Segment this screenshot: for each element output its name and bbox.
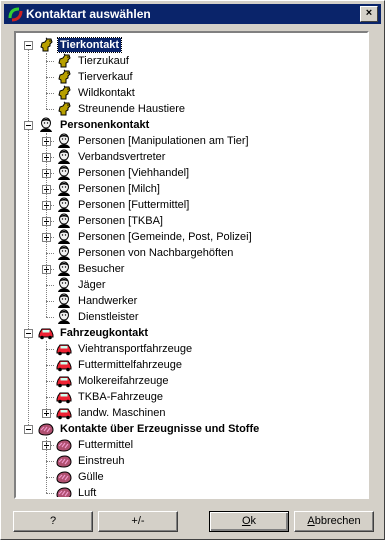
tree-item-label: Viehtransportfahrzeuge [78,343,193,355]
tree-connector [46,285,54,286]
tree-connector [46,381,54,382]
tree-item-label: Futtermittel [78,439,134,451]
tree-connector [46,61,54,62]
app-icon [8,7,23,22]
expand-collapse-button[interactable]: +/- [98,511,178,532]
tree-item-label: Besucher [78,263,125,275]
cancel-button-label: bbrechen [314,515,361,527]
tree-item-label: Personen [Milch] [78,183,160,195]
tree-category-label: Personenkontakt [60,119,150,131]
car-icon [56,373,72,389]
tree-item-label: TKBA-Fahrzeuge [78,391,163,403]
car-icon [56,357,72,373]
tree-connector [46,53,47,109]
material-icon [38,421,54,437]
tree-item-label: Wildkontakt [78,87,135,99]
person-icon [56,133,72,149]
material-icon [56,453,72,469]
expand-toggle[interactable] [24,329,33,338]
animal-icon [56,101,72,117]
tree-item-label: landw. Maschinen [78,407,166,419]
tree-connector [46,397,54,398]
tree-item-label: Verbandsvertreter [78,151,166,163]
contact-type-tree[interactable]: Tierkontakt Tierzukauf Tierverkauf Wildkont… [14,31,369,499]
tree-item-label: Personen [Viehhandel] [78,167,190,179]
expand-toggle[interactable] [24,41,33,50]
material-icon [56,485,72,497]
tree-connector [46,493,54,494]
help-button-label: ? [49,515,57,527]
tree-item-label: Luft [78,487,97,499]
tree-item-label: Einstreuh [78,455,125,467]
animal-icon [56,85,72,101]
tree-item-label: Tierzukauf [78,55,129,67]
tree-connector [46,365,54,366]
person-icon [56,277,72,293]
person-icon [56,229,72,245]
material-icon [56,437,72,453]
tree-connector [46,253,54,254]
window-title: Kontaktart auswählen [26,7,151,21]
tree-connector [46,477,54,478]
person-icon [56,149,72,165]
tree-item-label: Personen [Manipulationen am Tier] [78,135,249,147]
person-icon [56,309,72,325]
tree-connector [46,301,54,302]
tree-category-label: Tierkontakt [56,37,123,53]
person-icon [56,245,72,261]
person-icon [38,117,54,133]
dialog-window: Kontaktart auswählen × Tierkontakt Tierzu… [0,0,385,540]
tree-item-label: Handwerker [78,295,138,307]
person-icon [56,261,72,277]
tree-category-label: Fahrzeugkontakt [60,327,149,339]
material-icon [56,469,72,485]
tree-item-label: Tierverkauf [78,71,133,83]
car-icon [56,405,72,421]
tree-connector [46,109,54,110]
tree-connector [28,45,29,429]
person-icon [56,181,72,197]
expand-toggle[interactable] [24,121,33,130]
cancel-button-mnemonic: A [307,515,315,527]
animal-icon [56,69,72,85]
animal-icon [38,37,54,53]
tree-item-label: Personen von Nachbargehöften [78,247,234,259]
ok-button-label: k [250,515,257,527]
tree-item-label: Streunende Haustiere [78,103,186,115]
ok-button[interactable]: Ok [209,511,289,532]
tree-connector [46,341,47,413]
car-icon [56,341,72,357]
person-icon [56,197,72,213]
tree-connector [46,437,47,493]
tree-category-label: Kontakte über Erzeugnisse und Stoffe [60,423,260,435]
person-icon [56,165,72,181]
tree-item-label: Personen [TKBA] [78,215,163,227]
tree-item-label: Jäger [78,279,106,291]
person-icon [56,213,72,229]
person-icon [56,293,72,309]
ok-button-mnemonic: O [241,515,251,527]
expand-toggle[interactable] [24,425,33,434]
tree-connector [46,461,54,462]
tree-item-label: Futtermittelfahrzeuge [78,359,182,371]
help-button[interactable]: ? [13,511,93,532]
tree-connector [46,77,54,78]
tree-item-label: Personen [Futtermittel] [78,199,190,211]
tree-connector [46,349,54,350]
tree-item-label: Dienstleister [78,311,139,323]
cancel-button[interactable]: Abbrechen [294,511,374,532]
expand-collapse-button-label: +/- [131,515,145,527]
close-button[interactable]: × [360,6,378,22]
tree-item-label: Personen [Gemeinde, Post, Polizei] [78,231,252,243]
tree-item-label: Molkereifahrzeuge [78,375,169,387]
tree-connector [46,317,54,318]
title-bar[interactable]: Kontaktart auswählen × [4,4,381,24]
animal-icon [56,53,72,69]
tree-item-label: Gülle [78,471,104,483]
car-icon [56,389,72,405]
tree-connector [46,93,54,94]
tree-connector [46,133,47,317]
car-icon [38,325,54,341]
